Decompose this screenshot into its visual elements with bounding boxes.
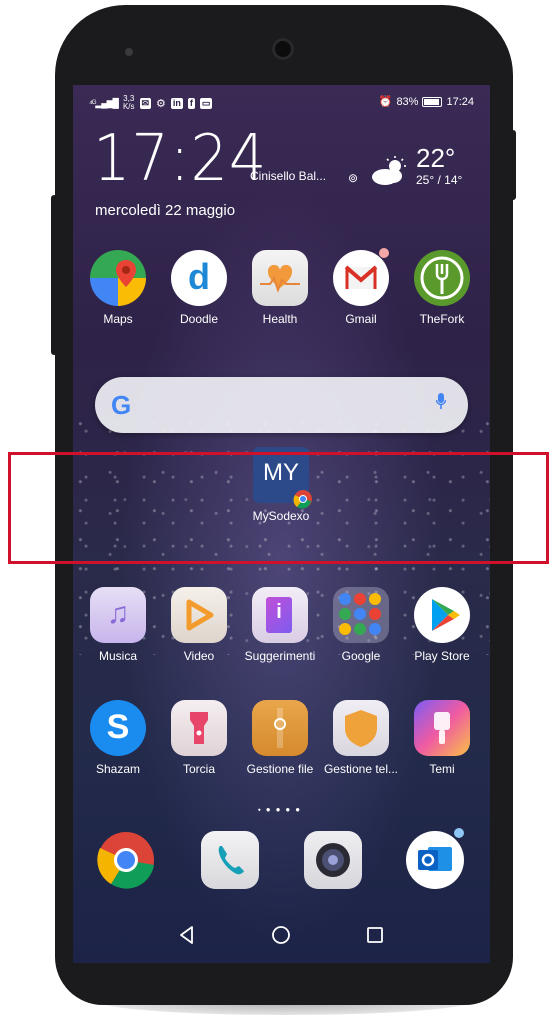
google-folder-icon xyxy=(333,587,389,643)
tips-book-icon: i xyxy=(252,587,308,643)
status-bar: ⁴ᴳ▂▄▆█ 3,3 K/s ✉ ⚙ in f ▭ ⏰ 83% 17:24 xyxy=(73,91,490,113)
weather-temperature[interactable]: 22° xyxy=(416,143,455,174)
phone-icon[interactable] xyxy=(201,831,259,889)
thefork-icon xyxy=(414,250,470,306)
clock-time[interactable]: 17:24 xyxy=(93,127,267,191)
app-maps[interactable]: Maps xyxy=(78,250,158,326)
flipboard-icon: f xyxy=(187,97,195,109)
mail-icon: ▭ xyxy=(199,97,213,109)
app-shazam[interactable]: S Shazam xyxy=(78,700,158,776)
app-label: Torcia xyxy=(182,762,215,776)
music-note-icon: ♫ xyxy=(90,587,146,643)
speed-unit: K/s xyxy=(122,102,135,111)
volume-button[interactable] xyxy=(51,195,57,355)
app-label: Gestione file xyxy=(246,762,314,776)
outlook-icon[interactable] xyxy=(406,831,464,889)
app-label: Play Store xyxy=(414,649,470,663)
files-folder-icon xyxy=(252,700,308,756)
themes-brush-icon xyxy=(414,700,470,756)
shazam-icon: S xyxy=(90,700,146,756)
flashlight-icon xyxy=(171,700,227,756)
google-search-bar[interactable]: G xyxy=(95,377,468,433)
gmail-notification-badge xyxy=(379,248,389,258)
weather-city[interactable]: Cinisello Bal... xyxy=(250,169,326,183)
settings-notification-icon: ⚙ xyxy=(156,97,166,110)
video-play-icon xyxy=(171,587,227,643)
app-play-store[interactable]: Play Store xyxy=(402,587,482,663)
chrome-icon[interactable] xyxy=(97,831,155,889)
location-pin-icon: ⊚ xyxy=(348,171,359,185)
app-gmail[interactable]: Gmail xyxy=(321,248,401,326)
home-icon[interactable] xyxy=(269,923,293,947)
app-label: Maps xyxy=(103,312,133,326)
linkedin-icon: in xyxy=(170,97,183,109)
navigation-bar xyxy=(73,915,490,955)
status-time: 17:24 xyxy=(446,95,474,108)
app-gestione-file[interactable]: Gestione file xyxy=(240,700,320,776)
app-label: Shazam xyxy=(95,762,141,776)
app-video[interactable]: Video xyxy=(159,587,239,663)
app-google-folder[interactable]: Google xyxy=(321,587,401,663)
app-suggerimenti[interactable]: i Suggerimenti xyxy=(240,587,320,663)
battery-percent: 83% xyxy=(396,95,419,108)
alarm-icon: ⏰ xyxy=(378,96,393,108)
page-indicator[interactable]: ⬩●●●● xyxy=(73,805,490,815)
outlook-notification-badge xyxy=(454,828,464,838)
app-torcia[interactable]: Torcia xyxy=(159,700,239,776)
power-button[interactable] xyxy=(510,130,516,200)
phone-manager-shield-icon xyxy=(333,700,389,756)
battery-icon xyxy=(422,96,443,107)
app-label: Doodle xyxy=(179,312,219,326)
weather-range: 25° / 14° xyxy=(416,173,463,187)
app-label: Temi xyxy=(429,762,455,776)
app-label: Health xyxy=(262,312,298,326)
app-label: Gmail xyxy=(345,312,377,326)
app-label: TheFork xyxy=(419,312,465,326)
app-musica[interactable]: ♫ Musica xyxy=(78,587,158,663)
app-temi[interactable]: Temi xyxy=(402,700,482,776)
health-heart-icon xyxy=(252,250,308,306)
notification-icon: ✉ xyxy=(139,97,152,109)
front-camera xyxy=(272,38,294,60)
play-store-icon xyxy=(414,587,470,643)
earpiece xyxy=(125,48,133,56)
recents-icon[interactable] xyxy=(363,923,387,947)
app-thefork[interactable]: TheFork xyxy=(402,250,482,326)
signal-icon: ⁴ᴳ▂▄▆█ xyxy=(89,97,119,108)
gmail-icon xyxy=(333,250,389,306)
app-label: Suggerimenti xyxy=(244,649,316,663)
date-label: mercoledì 22 maggio xyxy=(95,202,236,219)
network-speed: 3,3 K/s xyxy=(123,95,135,111)
app-health[interactable]: Health xyxy=(240,250,320,326)
maps-icon xyxy=(90,250,146,306)
app-label: Google xyxy=(341,649,381,663)
camera-icon[interactable] xyxy=(304,831,362,889)
google-logo-icon: G xyxy=(111,390,132,420)
partly-cloudy-icon[interactable] xyxy=(369,155,409,187)
app-doodle[interactable]: d Doodle xyxy=(159,250,239,326)
back-icon[interactable] xyxy=(175,923,199,947)
app-gestione-telefono[interactable]: Gestione tel... xyxy=(321,700,401,776)
app-label: Gestione tel... xyxy=(323,762,399,776)
microphone-icon[interactable] xyxy=(436,393,446,409)
app-label: Video xyxy=(183,649,215,663)
doodle-icon: d xyxy=(171,250,227,306)
mysodexo-highlight-box xyxy=(8,452,549,564)
app-label: Musica xyxy=(98,649,137,663)
